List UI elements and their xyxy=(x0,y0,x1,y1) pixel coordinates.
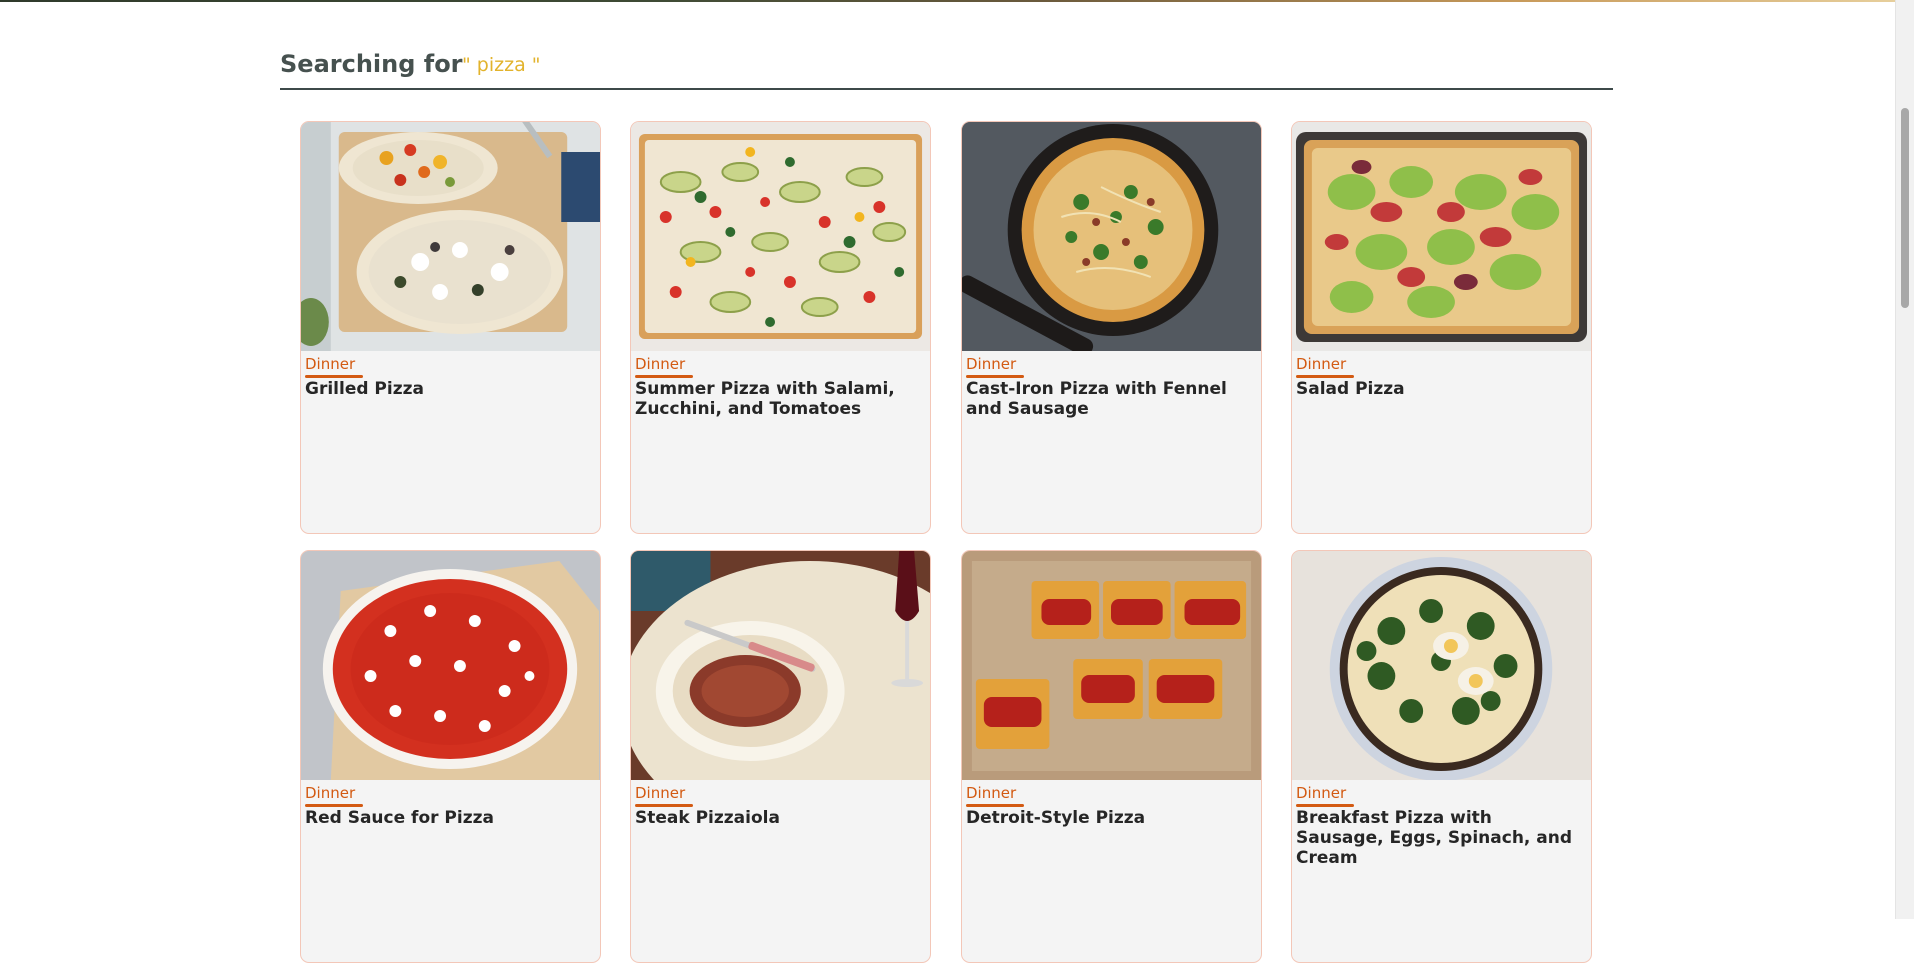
recipe-image[interactable] xyxy=(631,551,930,780)
recipe-title[interactable]: Salad Pizza xyxy=(1296,379,1581,399)
category-underline xyxy=(635,804,693,807)
recipe-image[interactable] xyxy=(631,122,930,351)
recipe-card[interactable]: Dinner Steak Pizzaiola xyxy=(630,550,931,963)
category-underline xyxy=(635,375,693,378)
recipe-category[interactable]: Dinner xyxy=(1296,784,1346,802)
recipe-card[interactable]: Dinner Grilled Pizza xyxy=(300,121,601,534)
recipe-category[interactable]: Dinner xyxy=(305,355,355,373)
recipe-card[interactable]: Dinner Breakfast Pizza with Sausage, Egg… xyxy=(1291,550,1592,963)
recipe-title[interactable]: Red Sauce for Pizza xyxy=(305,808,590,828)
scrollbar-thumb[interactable] xyxy=(1901,108,1909,308)
category-underline xyxy=(1296,375,1354,378)
recipe-category[interactable]: Dinner xyxy=(966,355,1016,373)
recipe-card[interactable]: Dinner Cast-Iron Pizza with Fennel and S… xyxy=(961,121,1262,534)
search-results-page: Searching for " pizza " Dinner Grilled P… xyxy=(0,0,1896,963)
recipe-image[interactable] xyxy=(301,551,600,780)
recipe-category[interactable]: Dinner xyxy=(305,784,355,802)
category-underline xyxy=(966,375,1024,378)
header-image-strip xyxy=(0,0,1896,2)
recipe-image[interactable] xyxy=(1292,551,1591,780)
recipe-card[interactable]: Dinner Red Sauce for Pizza xyxy=(300,550,601,963)
recipe-category[interactable]: Dinner xyxy=(635,784,685,802)
recipe-title[interactable]: Cast-Iron Pizza with Fennel and Sausage xyxy=(966,379,1251,419)
recipe-card[interactable]: Dinner Summer Pizza with Salami, Zucchin… xyxy=(630,121,931,534)
recipe-category[interactable]: Dinner xyxy=(966,784,1016,802)
recipe-card[interactable]: Dinner Detroit-Style Pizza xyxy=(961,550,1262,963)
recipe-title[interactable]: Breakfast Pizza with Sausage, Eggs, Spin… xyxy=(1296,808,1581,868)
search-label: Searching for xyxy=(280,50,463,78)
recipe-image[interactable] xyxy=(1292,122,1591,351)
recipe-image[interactable] xyxy=(962,122,1261,351)
recipe-title[interactable]: Summer Pizza with Salami, Zucchini, and … xyxy=(635,379,920,419)
recipe-title[interactable]: Steak Pizzaiola xyxy=(635,808,920,828)
recipe-title[interactable]: Grilled Pizza xyxy=(305,379,590,399)
category-underline xyxy=(305,375,363,378)
recipe-category[interactable]: Dinner xyxy=(635,355,685,373)
category-underline xyxy=(1296,804,1354,807)
recipe-image[interactable] xyxy=(962,551,1261,780)
category-underline xyxy=(966,804,1024,807)
recipe-category[interactable]: Dinner xyxy=(1296,355,1346,373)
page-scrollbar[interactable] xyxy=(1895,0,1914,919)
recipe-card[interactable]: Dinner Salad Pizza xyxy=(1291,121,1592,534)
search-header: Searching for " pizza " xyxy=(280,48,1613,90)
search-term: " pizza " xyxy=(462,54,541,76)
recipe-image[interactable] xyxy=(301,122,600,351)
recipe-title[interactable]: Detroit-Style Pizza xyxy=(966,808,1251,828)
category-underline xyxy=(305,804,363,807)
